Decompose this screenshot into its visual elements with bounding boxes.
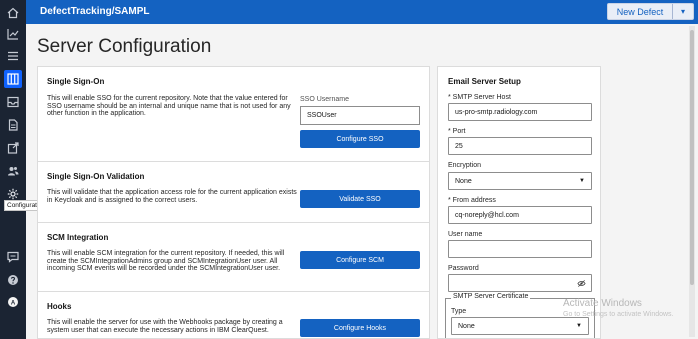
user-avatar-icon[interactable]: A (4, 293, 22, 311)
board-icon[interactable] (4, 70, 22, 88)
new-defect-button[interactable]: New Defect ▾ (607, 3, 694, 20)
password-input[interactable] (448, 274, 592, 292)
encryption-label: Encryption (448, 162, 482, 169)
top-bar: DefectTracking/SAMPL New Defect ▾ (26, 0, 698, 24)
user-name-input[interactable] (448, 240, 592, 258)
port-label: * Port (448, 128, 466, 135)
cert-type-value: None (458, 322, 475, 330)
list-icon[interactable] (4, 47, 22, 65)
chat-icon[interactable] (4, 248, 22, 266)
cert-type-label: Type (451, 308, 467, 315)
sso-section: Single Sign-On This will enable SSO for … (38, 67, 429, 162)
chevron-down-icon: ▼ (579, 178, 585, 184)
configure-hooks-button[interactable]: Configure Hooks (300, 319, 420, 337)
chevron-down-icon: ▼ (576, 323, 582, 329)
email-heading: Email Server Setup (448, 77, 521, 86)
activate-windows-subtitle: Go to Settings to activate Windows. (563, 311, 674, 318)
sso-validation-section: Single Sign-On Validation This will vali… (38, 162, 429, 223)
export-icon[interactable] (4, 139, 22, 157)
configure-sso-button[interactable]: Configure SSO (300, 130, 420, 148)
smtp-host-label: * SMTP Server Host (448, 94, 511, 101)
sso-username-label: SSO Username (300, 96, 350, 103)
from-address-input[interactable]: cq-noreply@hcl.com (448, 206, 592, 224)
smtp-certificate-legend: SMTP Server Certificate (451, 293, 531, 300)
configure-scm-button[interactable]: Configure SCM (300, 251, 420, 269)
config-actions-card: Single Sign-On This will enable SSO for … (37, 66, 430, 339)
scm-section: SCM Integration This will enable SCM int… (38, 223, 429, 292)
port-input[interactable]: 25 (448, 137, 592, 155)
eye-slash-icon[interactable] (577, 279, 586, 290)
page-title: Server Configuration (37, 36, 212, 57)
hooks-heading: Hooks (47, 302, 72, 311)
activate-windows-title: Activate Windows (563, 298, 642, 309)
cert-type-select[interactable]: None ▼ (451, 317, 589, 335)
scm-heading: SCM Integration (47, 233, 109, 242)
hooks-section: Hooks This will enable the server for us… (38, 292, 429, 339)
page-scrollbar[interactable] (689, 26, 695, 337)
sso-description: This will enable SSO for the current rep… (47, 95, 291, 118)
chevron-down-icon[interactable]: ▾ (673, 4, 693, 19)
sso-validation-heading: Single Sign-On Validation (47, 172, 145, 181)
home-icon[interactable] (4, 4, 22, 22)
breadcrumb[interactable]: DefectTracking/SAMPL (40, 6, 149, 17)
sso-username-input[interactable]: SSOUser (300, 106, 420, 125)
scm-description: This will enable SCM integration for the… (47, 250, 285, 273)
sso-validation-description: This will validate that the application … (47, 189, 297, 204)
left-nav-rail: A (0, 0, 26, 339)
password-label: Password (448, 265, 479, 272)
hooks-description: This will enable the server for use with… (47, 319, 283, 334)
encryption-select[interactable]: None ▼ (448, 172, 592, 190)
chart-icon[interactable] (4, 25, 22, 43)
help-icon[interactable] (4, 271, 22, 289)
people-icon[interactable] (4, 162, 22, 180)
smtp-host-input[interactable]: us-pro-smtp.radiology.com (448, 103, 592, 121)
new-defect-label[interactable]: New Defect (608, 4, 673, 19)
from-address-label: * From address (448, 197, 496, 204)
svg-text:A: A (11, 300, 16, 306)
validate-sso-button[interactable]: Validate SSO (300, 190, 420, 208)
scrollbar-thumb[interactable] (690, 30, 694, 285)
encryption-value: None (455, 177, 472, 185)
sso-heading: Single Sign-On (47, 77, 105, 86)
inbox-icon[interactable] (4, 93, 22, 111)
document-icon[interactable] (4, 116, 22, 134)
user-name-label: User name (448, 231, 483, 238)
